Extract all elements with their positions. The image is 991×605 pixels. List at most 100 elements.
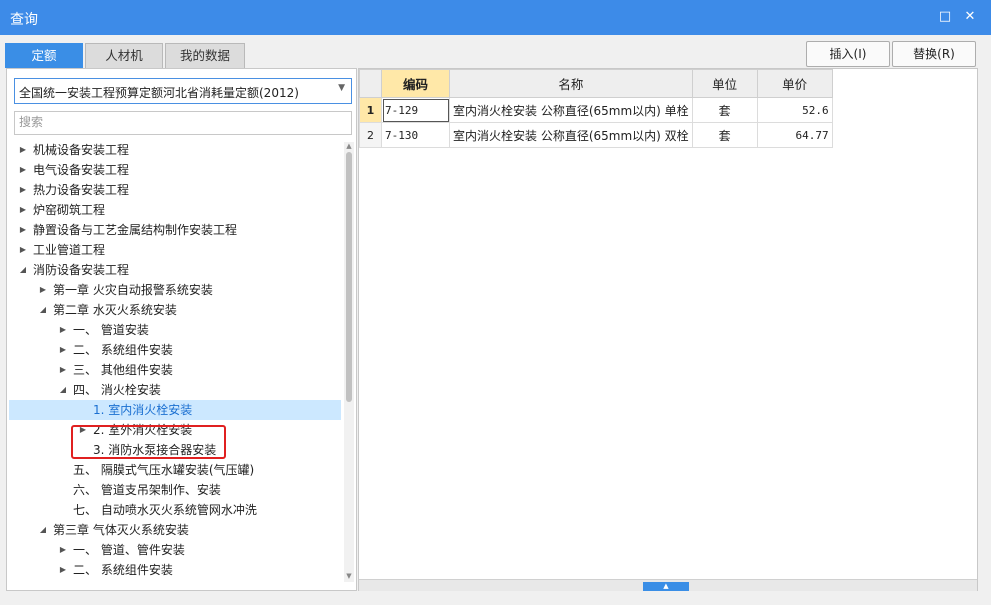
tree-node-label: 第二章 水灭火系统安装 — [53, 303, 177, 317]
grid-header-code[interactable]: 编码 — [381, 69, 450, 98]
unit-cell[interactable]: 套 — [691, 97, 758, 123]
collapse-arrow-icon[interactable]: ◢ — [57, 380, 69, 400]
scroll-down-icon[interactable]: ▼ — [344, 572, 354, 580]
expand-arrow-icon[interactable]: ▶ — [57, 340, 69, 360]
tree-node[interactable]: ◢ 消防设备安装工程 — [9, 260, 341, 280]
tree-node-label: 五、 隔膜式气压水罐安装(气压罐) — [73, 463, 255, 477]
tree-node[interactable]: ▶ 电气设备安装工程 — [9, 160, 341, 180]
grid-header-unit[interactable]: 单位 — [691, 69, 758, 98]
grid-header-row: 编码 名称 单位 单价 — [359, 69, 833, 98]
tree-node-label: 第三章 气体灭火系统安装 — [53, 523, 189, 537]
expand-panel-icon[interactable]: ▲ — [643, 582, 689, 591]
expand-arrow-icon[interactable]: ▶ — [57, 560, 69, 580]
expand-arrow-icon[interactable]: ▶ — [57, 320, 69, 340]
tree-node[interactable]: ▶ 机械设备安装工程 — [9, 140, 341, 160]
expand-arrow-icon[interactable]: ▶ — [17, 160, 29, 180]
grid-header-name[interactable]: 名称 — [449, 69, 693, 98]
panel-splitter[interactable]: ▲ — [359, 579, 977, 591]
result-grid: 编码 名称 单位 单价 1 7-129 室内消火栓安装 公称直径(65mm以内)… — [359, 69, 833, 148]
tab-labor-material-machine[interactable]: 人材机 — [85, 43, 163, 68]
tree-node-label: 机械设备安装工程 — [33, 143, 130, 157]
name-cell[interactable]: 室内消火栓安装 公称直径(65mm以内) 单栓 — [449, 97, 693, 123]
result-grid-panel: 编码 名称 单位 单价 1 7-129 室内消火栓安装 公称直径(65mm以内)… — [358, 68, 978, 591]
tree-node-label: 炉窑砌筑工程 — [33, 203, 106, 217]
tree-node-label: 1. 室内消火栓安装 — [93, 403, 193, 417]
dialog-body: 定额 人材机 我的数据 插入(I) 替换(R) 全国统一安装工程预算定额河北省消… — [0, 35, 991, 605]
scrollbar-thumb[interactable] — [346, 152, 352, 402]
tree-node[interactable]: 七、 自动喷水灭火系统管网水冲洗 — [9, 500, 341, 520]
tree-node-label: 第一章 火灾自动报警系统安装 — [53, 283, 213, 297]
tree-node-label: 工业管道工程 — [33, 243, 106, 257]
expand-arrow-icon[interactable]: ▶ — [17, 220, 29, 240]
code-cell[interactable]: 7-130 — [381, 122, 450, 148]
tree-node[interactable]: ▶ 静置设备与工艺金属结构制作安装工程 — [9, 220, 341, 240]
insert-button[interactable]: 插入(I) — [806, 41, 890, 67]
search-input[interactable] — [15, 112, 343, 132]
annotation-highlight-box — [71, 425, 226, 459]
quota-library-select[interactable]: 全国统一安装工程预算定额河北省消耗量定额(2012) ▼ — [14, 78, 352, 104]
table-row[interactable]: 2 7-130 室内消火栓安装 公称直径(65mm以内) 双栓 套 64.77 — [359, 122, 833, 148]
collapse-arrow-icon[interactable]: ◢ — [37, 520, 49, 540]
quota-library-value: 全国统一安装工程预算定额河北省消耗量定额(2012) — [19, 86, 299, 100]
tree-node[interactable]: ▶ 一、 管道安装 — [9, 320, 341, 340]
tree-node-label: 一、 管道、管件安装 — [73, 543, 185, 557]
tree-node-label: 消防设备安装工程 — [33, 263, 130, 277]
tree-node-label: 二、 系统组件安装 — [73, 563, 173, 577]
window-title: 查询 — [10, 12, 38, 28]
maximize-icon[interactable]: □ — [937, 8, 953, 26]
tree-node[interactable]: ▶ 二、 系统组件安装 — [9, 560, 341, 580]
unit-cell[interactable]: 套 — [691, 122, 758, 148]
expand-arrow-icon[interactable]: ▶ — [17, 240, 29, 260]
tree-node[interactable]: ◢ 第二章 水灭火系统安装 — [9, 300, 341, 320]
tree-node[interactable]: ▶ 一、 管道、管件安装 — [9, 540, 341, 560]
tree-node[interactable]: ▶ 工业管道工程 — [9, 240, 341, 260]
expand-arrow-icon[interactable]: ▶ — [57, 540, 69, 560]
tree-node-label: 一、 管道安装 — [73, 323, 149, 337]
expand-arrow-icon[interactable]: ▶ — [17, 140, 29, 160]
tree-scrollbar[interactable]: ▲ ▼ — [344, 142, 354, 582]
expand-arrow-icon[interactable]: ▶ — [17, 200, 29, 220]
tab-quota[interactable]: 定额 — [5, 43, 83, 68]
price-cell[interactable]: 52.6 — [756, 97, 833, 123]
tree-node[interactable]: ▶ 炉窑砌筑工程 — [9, 200, 341, 220]
tree-node[interactable]: 五、 隔膜式气压水罐安装(气压罐) — [9, 460, 341, 480]
name-cell[interactable]: 室内消火栓安装 公称直径(65mm以内) 双栓 — [449, 122, 693, 148]
tree-node-label: 三、 其他组件安装 — [73, 363, 173, 377]
grid-header-price[interactable]: 单价 — [756, 69, 833, 98]
tab-my-data[interactable]: 我的数据 — [165, 43, 245, 68]
tree-node-label: 二、 系统组件安装 — [73, 343, 173, 357]
close-icon[interactable]: ✕ — [962, 8, 978, 26]
tree-node-label: 七、 自动喷水灭火系统管网水冲洗 — [73, 503, 257, 517]
row-number: 1 — [359, 97, 382, 123]
tree-node[interactable]: 六、 管道支吊架制作、安装 — [9, 480, 341, 500]
tree-node[interactable]: ▶ 热力设备安装工程 — [9, 180, 341, 200]
replace-button[interactable]: 替换(R) — [892, 41, 976, 67]
quota-tree-panel: 全国统一安装工程预算定额河北省消耗量定额(2012) ▼ ▶ 机械设备安装工程 ▶ 电… — [6, 68, 357, 591]
tree-node[interactable]: ◢ 四、 消火栓安装 — [9, 380, 341, 400]
dropdown-arrow-icon[interactable]: ▼ — [338, 83, 345, 93]
collapse-arrow-icon[interactable]: ◢ — [17, 260, 29, 280]
tree-node-label: 六、 管道支吊架制作、安装 — [73, 483, 221, 497]
tree-node-selected[interactable]: 1. 室内消火栓安装 — [9, 400, 341, 420]
tree-node[interactable]: ▶ 第一章 火灾自动报警系统安装 — [9, 280, 341, 300]
scroll-up-icon[interactable]: ▲ — [344, 142, 354, 150]
grid-header-rownum — [359, 69, 382, 98]
tree-node-label: 静置设备与工艺金属结构制作安装工程 — [33, 223, 238, 237]
tree-node[interactable]: ◢ 第三章 气体灭火系统安装 — [9, 520, 341, 540]
expand-arrow-icon[interactable]: ▶ — [17, 180, 29, 200]
expand-arrow-icon[interactable]: ▶ — [37, 280, 49, 300]
code-cell[interactable]: 7-129 — [381, 97, 450, 123]
table-row[interactable]: 1 7-129 室内消火栓安装 公称直径(65mm以内) 单栓 套 52.6 — [359, 97, 833, 123]
row-number: 2 — [359, 122, 382, 148]
price-cell[interactable]: 64.77 — [756, 122, 833, 148]
tree-node-label: 四、 消火栓安装 — [73, 383, 161, 397]
titlebar: 查询 □ ✕ — [0, 0, 991, 35]
search-box[interactable] — [14, 111, 352, 135]
tree-node[interactable]: ▶ 二、 系统组件安装 — [9, 340, 341, 360]
tree-node-label: 热力设备安装工程 — [33, 183, 130, 197]
quota-tree: ▶ 机械设备安装工程 ▶ 电气设备安装工程 ▶ 热力设备安装工程 ▶ 炉窑砌筑工程 ▶ 静置设备与… — [7, 140, 343, 580]
tree-node[interactable]: ▶ 三、 其他组件安装 — [9, 360, 341, 380]
expand-arrow-icon[interactable]: ▶ — [57, 360, 69, 380]
collapse-arrow-icon[interactable]: ◢ — [37, 300, 49, 320]
tree-node-label: 电气设备安装工程 — [33, 163, 130, 177]
